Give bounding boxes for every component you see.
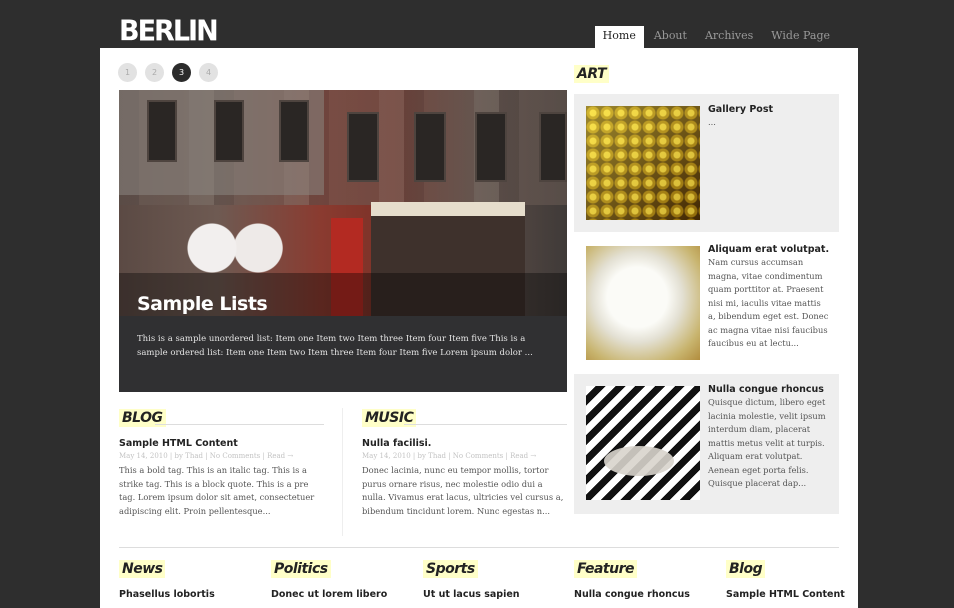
bottom-section-title[interactable]: Politics	[271, 560, 331, 578]
nav-archives[interactable]: Archives	[697, 26, 761, 48]
art-item-excerpt: ...	[708, 117, 716, 127]
art-item-title[interactable]: Nulla congue rhoncus	[708, 383, 830, 396]
blog-post-meta: May 14, 2010 | by Thad | No Comments | R…	[119, 452, 294, 460]
music-post-excerpt: Donec lacinia, nunc eu tempor mollis, to…	[362, 465, 564, 516]
slider-dot-4[interactable]: 4	[199, 63, 218, 82]
section-divider	[155, 424, 324, 425]
bottom-section-title[interactable]: News	[119, 560, 166, 578]
art-thumbnail[interactable]	[586, 246, 700, 360]
music-post-title[interactable]: Nulla facilisi.	[362, 437, 567, 450]
bottom-post-title[interactable]: Donec ut lorem libero	[271, 588, 387, 601]
nav-about[interactable]: About	[646, 26, 695, 48]
slider-dot-1[interactable]: 1	[118, 63, 137, 82]
bottom-section-politics: Politics Donec ut lorem libero	[271, 558, 387, 601]
bottom-section-feature: Feature Nulla congue rhoncus	[574, 558, 690, 601]
bottom-section-title[interactable]: Feature	[574, 560, 637, 578]
slide-excerpt: This is a sample unordered list: Item on…	[137, 334, 533, 358]
art-item-text: Aliquam erat volutpat. Nam cursus accums…	[708, 243, 830, 351]
slide-photo-window	[214, 100, 244, 162]
art-item-text: Nulla congue rhoncus Quisque dictum, lib…	[708, 383, 830, 491]
blog-post-excerpt: This a bold tag. This is an italic tag. …	[119, 465, 315, 516]
column-separator	[342, 408, 343, 536]
slider-dot-3[interactable]: 3	[172, 63, 191, 82]
section-divider	[404, 424, 567, 425]
bottom-section-news: News Phasellus lobortis	[119, 558, 215, 601]
music-post-meta: May 14, 2010 | by Thad | No Comments | R…	[362, 452, 537, 460]
bottom-section-title[interactable]: Sports	[423, 560, 478, 578]
art-item-excerpt: Quisque dictum, libero eget lacinia mole…	[708, 397, 826, 488]
bottom-post-title[interactable]: Ut ut lacus sapien	[423, 588, 520, 601]
art-section-title[interactable]: ART	[574, 65, 610, 83]
slider-dot-2[interactable]: 2	[145, 63, 164, 82]
bottom-section-sports: Sports Ut ut lacus sapien	[423, 558, 520, 601]
bottom-section-blog: Blog Sample HTML Content	[726, 558, 845, 601]
art-thumbnail[interactable]	[586, 386, 700, 500]
page-content: 1 2 3 4 Sample Lists This is a sample un…	[100, 48, 858, 608]
slide-title[interactable]: Sample Lists	[137, 293, 268, 315]
bottom-post-title[interactable]: Phasellus lobortis	[119, 588, 215, 601]
bottom-post-title[interactable]: Nulla congue rhoncus	[574, 588, 690, 601]
slide-photo-window	[475, 112, 507, 182]
art-item-title[interactable]: Gallery Post	[708, 103, 830, 116]
bottom-post-title[interactable]: Sample HTML Content	[726, 588, 845, 601]
art-item[interactable]: Nulla congue rhoncus Quisque dictum, lib…	[574, 374, 839, 514]
art-item-title[interactable]: Aliquam erat volutpat.	[708, 243, 830, 256]
slider-pagination: 1 2 3 4	[118, 63, 226, 82]
slide-caption: Sample Lists This is a sample unordered …	[119, 273, 567, 392]
art-section-header: ART	[574, 63, 610, 83]
blog-post-title[interactable]: Sample HTML Content	[119, 437, 324, 450]
slide-photo-window	[414, 112, 446, 182]
bottom-section-title[interactable]: Blog	[726, 560, 766, 578]
art-thumbnail[interactable]	[586, 106, 700, 220]
nav-home[interactable]: Home	[594, 26, 644, 48]
art-item[interactable]: Aliquam erat volutpat. Nam cursus accums…	[574, 234, 839, 372]
art-item[interactable]: Gallery Post ...	[574, 94, 839, 232]
slide-photo-window	[147, 100, 177, 162]
art-item-text: Gallery Post ...	[708, 103, 830, 130]
nav-wide-page[interactable]: Wide Page	[763, 26, 838, 48]
featured-slide[interactable]: Sample Lists This is a sample unordered …	[119, 90, 567, 392]
slide-photo-awning	[371, 202, 525, 216]
slide-photo-window	[347, 112, 379, 182]
art-item-excerpt: Nam cursus accumsan magna, vitae condime…	[708, 257, 829, 348]
slide-photo-window	[539, 112, 567, 182]
bottom-divider	[119, 547, 839, 548]
slide-photo-window	[279, 100, 309, 162]
main-nav: Home About Archives Wide Page	[593, 26, 838, 48]
site-logo[interactable]: BERLIN	[119, 16, 219, 48]
